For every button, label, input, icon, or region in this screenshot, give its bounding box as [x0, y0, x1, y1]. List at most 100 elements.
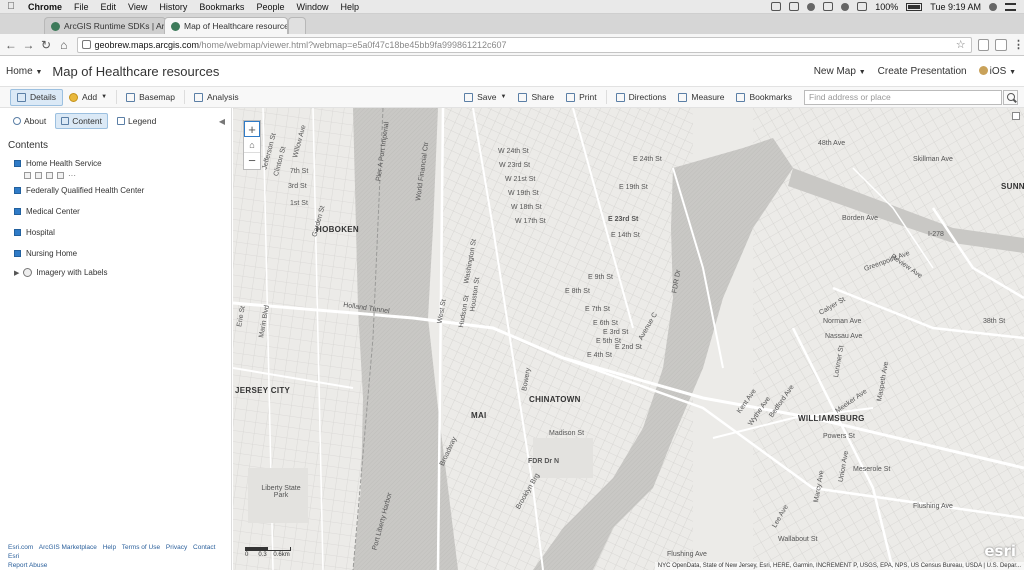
- measure-button[interactable]: Measure: [672, 89, 730, 106]
- layer-checkbox[interactable]: [14, 250, 21, 257]
- scale-label: 0: [245, 552, 249, 558]
- map-view[interactable]: HOBOKEN JERSEY CITY CHINATOWN WILLIAMSBU…: [233, 108, 1024, 570]
- default-extent-icon[interactable]: ⌂: [244, 137, 260, 153]
- clock[interactable]: Tue 9:19 AM: [930, 2, 981, 12]
- footer-link-help[interactable]: Help: [103, 544, 116, 551]
- create-presentation-link[interactable]: Create Presentation: [878, 66, 967, 77]
- lastpass-icon[interactable]: [807, 2, 816, 11]
- extension-icon[interactable]: [995, 38, 1008, 51]
- home-icon[interactable]: ⌂: [57, 38, 71, 52]
- extension-icon[interactable]: [977, 38, 990, 51]
- tab-about[interactable]: About: [8, 114, 51, 128]
- map-label: WILLIAMSBURG: [798, 414, 865, 423]
- street-label: E 14th St: [611, 232, 640, 239]
- home-label: Home: [6, 65, 33, 77]
- layer-checkbox[interactable]: [14, 229, 21, 236]
- bookmark-star-icon[interactable]: ☆: [956, 38, 971, 51]
- new-map-menu[interactable]: New Map ▼: [814, 66, 866, 77]
- layer-label[interactable]: Hospital: [26, 228, 55, 237]
- layer-label[interactable]: Medical Center: [26, 207, 80, 216]
- filter-icon[interactable]: [46, 171, 53, 179]
- analysis-button[interactable]: Analysis: [188, 89, 245, 106]
- menu-bookmarks[interactable]: Bookmarks: [193, 2, 250, 12]
- dropbox-icon[interactable]: [789, 2, 800, 11]
- share-button[interactable]: Share: [512, 89, 560, 106]
- basemap-layer-item[interactable]: ▶ Imagery with Labels: [14, 268, 231, 277]
- menu-view[interactable]: View: [122, 2, 153, 12]
- legend-icon: [117, 117, 125, 125]
- zoom-in-button[interactable]: +: [244, 121, 260, 137]
- layer-checkbox[interactable]: [14, 208, 21, 215]
- menu-history[interactable]: History: [153, 2, 193, 12]
- expand-map-icon[interactable]: [1012, 112, 1020, 120]
- chrome-menu-icon[interactable]: ⋮: [1013, 38, 1024, 51]
- collapse-panel-icon[interactable]: ◀: [219, 117, 225, 126]
- zoom-out-button[interactable]: −: [244, 153, 260, 169]
- layer-item[interactable]: Nursing Home: [14, 247, 231, 260]
- table-icon[interactable]: [24, 171, 31, 179]
- battery-icon[interactable]: [906, 2, 923, 11]
- user-menu[interactable]: iOS ▼: [978, 66, 1016, 77]
- footer-link-privacy[interactable]: Privacy: [166, 544, 187, 551]
- menu-file[interactable]: File: [68, 2, 95, 12]
- layer-item[interactable]: Federally Qualified Health Center: [14, 184, 231, 197]
- expand-icon[interactable]: ▶: [14, 269, 19, 277]
- back-icon[interactable]: ←: [4, 38, 18, 52]
- save-button[interactable]: Save ▼: [458, 89, 512, 106]
- menu-edit[interactable]: Edit: [95, 2, 123, 12]
- analysis-icon: [193, 92, 203, 102]
- address-bar[interactable]: geobrew.maps.arcgis.com /home/webmap/vie…: [76, 36, 972, 53]
- tab-content[interactable]: Content: [55, 113, 108, 129]
- street-label: E 2nd St: [615, 344, 642, 351]
- volume-icon[interactable]: [857, 2, 868, 11]
- footer-link-terms[interactable]: Terms of Use: [122, 544, 160, 551]
- tab-map-healthcare[interactable]: Map of Healthcare resources ×: [164, 17, 288, 34]
- screen-recorder-icon[interactable]: [771, 2, 782, 11]
- print-button[interactable]: Print: [560, 89, 602, 106]
- spotlight-icon[interactable]: [989, 2, 997, 11]
- basemap-button[interactable]: Basemap: [120, 89, 181, 106]
- new-tab-button[interactable]: [288, 17, 306, 34]
- forward-icon[interactable]: →: [22, 38, 36, 52]
- basemap-layer-label[interactable]: Imagery with Labels: [36, 268, 107, 277]
- page-info-icon[interactable]: [81, 40, 91, 49]
- search-icon[interactable]: [1003, 89, 1018, 105]
- tab-legend[interactable]: Legend: [112, 114, 161, 128]
- details-button[interactable]: Details: [10, 88, 63, 106]
- layer-checkbox[interactable]: [14, 187, 21, 194]
- bookmarks-button[interactable]: Bookmarks: [730, 89, 798, 106]
- tab-arcgis-runtime[interactable]: ArcGIS Runtime SDKs | ArcG ×: [44, 17, 166, 34]
- wifi-icon[interactable]: [841, 2, 850, 11]
- street-label: Skillman Ave: [913, 156, 953, 163]
- layer-item[interactable]: Medical Center: [14, 205, 231, 218]
- footer-link-marketplace[interactable]: ArcGIS Marketplace: [39, 544, 97, 551]
- layer-item[interactable]: Hospital: [14, 226, 231, 239]
- street-label: Borden Ave: [842, 215, 879, 222]
- map-attribution[interactable]: NYC OpenData, State of New Jersey, Esri,…: [654, 562, 1024, 570]
- directions-button[interactable]: Directions: [610, 89, 673, 106]
- home-menu[interactable]: Home ▼: [6, 66, 42, 77]
- cloud-icon[interactable]: [823, 2, 834, 11]
- apple-icon[interactable]: : [0, 1, 22, 12]
- esri-logo[interactable]: esri: [984, 542, 1016, 560]
- menu-app[interactable]: Chrome: [22, 2, 68, 12]
- change-style-icon[interactable]: [35, 171, 42, 179]
- layer-label[interactable]: Nursing Home: [26, 249, 77, 258]
- analysis-layer-icon[interactable]: [57, 171, 64, 179]
- layer-label[interactable]: Federally Qualified Health Center: [26, 186, 144, 195]
- layer-checkbox[interactable]: [14, 160, 21, 167]
- menu-window[interactable]: Window: [290, 2, 334, 12]
- reload-icon[interactable]: ↻: [39, 38, 53, 52]
- add-button[interactable]: Add ▼: [63, 89, 113, 106]
- menu-help[interactable]: Help: [334, 2, 365, 12]
- search-input[interactable]: Find address or place: [804, 89, 1002, 105]
- more-options-icon[interactable]: ···: [68, 171, 76, 179]
- avatar: [978, 66, 988, 76]
- layer-item[interactable]: Home Health Service: [14, 157, 231, 170]
- mac-menu-bar:  Chrome File Edit View History Bookmark…: [0, 0, 1024, 14]
- notification-center-icon[interactable]: [1005, 2, 1016, 11]
- layer-label[interactable]: Home Health Service: [26, 159, 102, 168]
- footer-link-esri[interactable]: Esri.com: [8, 544, 33, 551]
- footer-link-report-abuse[interactable]: Report Abuse: [8, 562, 47, 569]
- menu-people[interactable]: People: [250, 2, 290, 12]
